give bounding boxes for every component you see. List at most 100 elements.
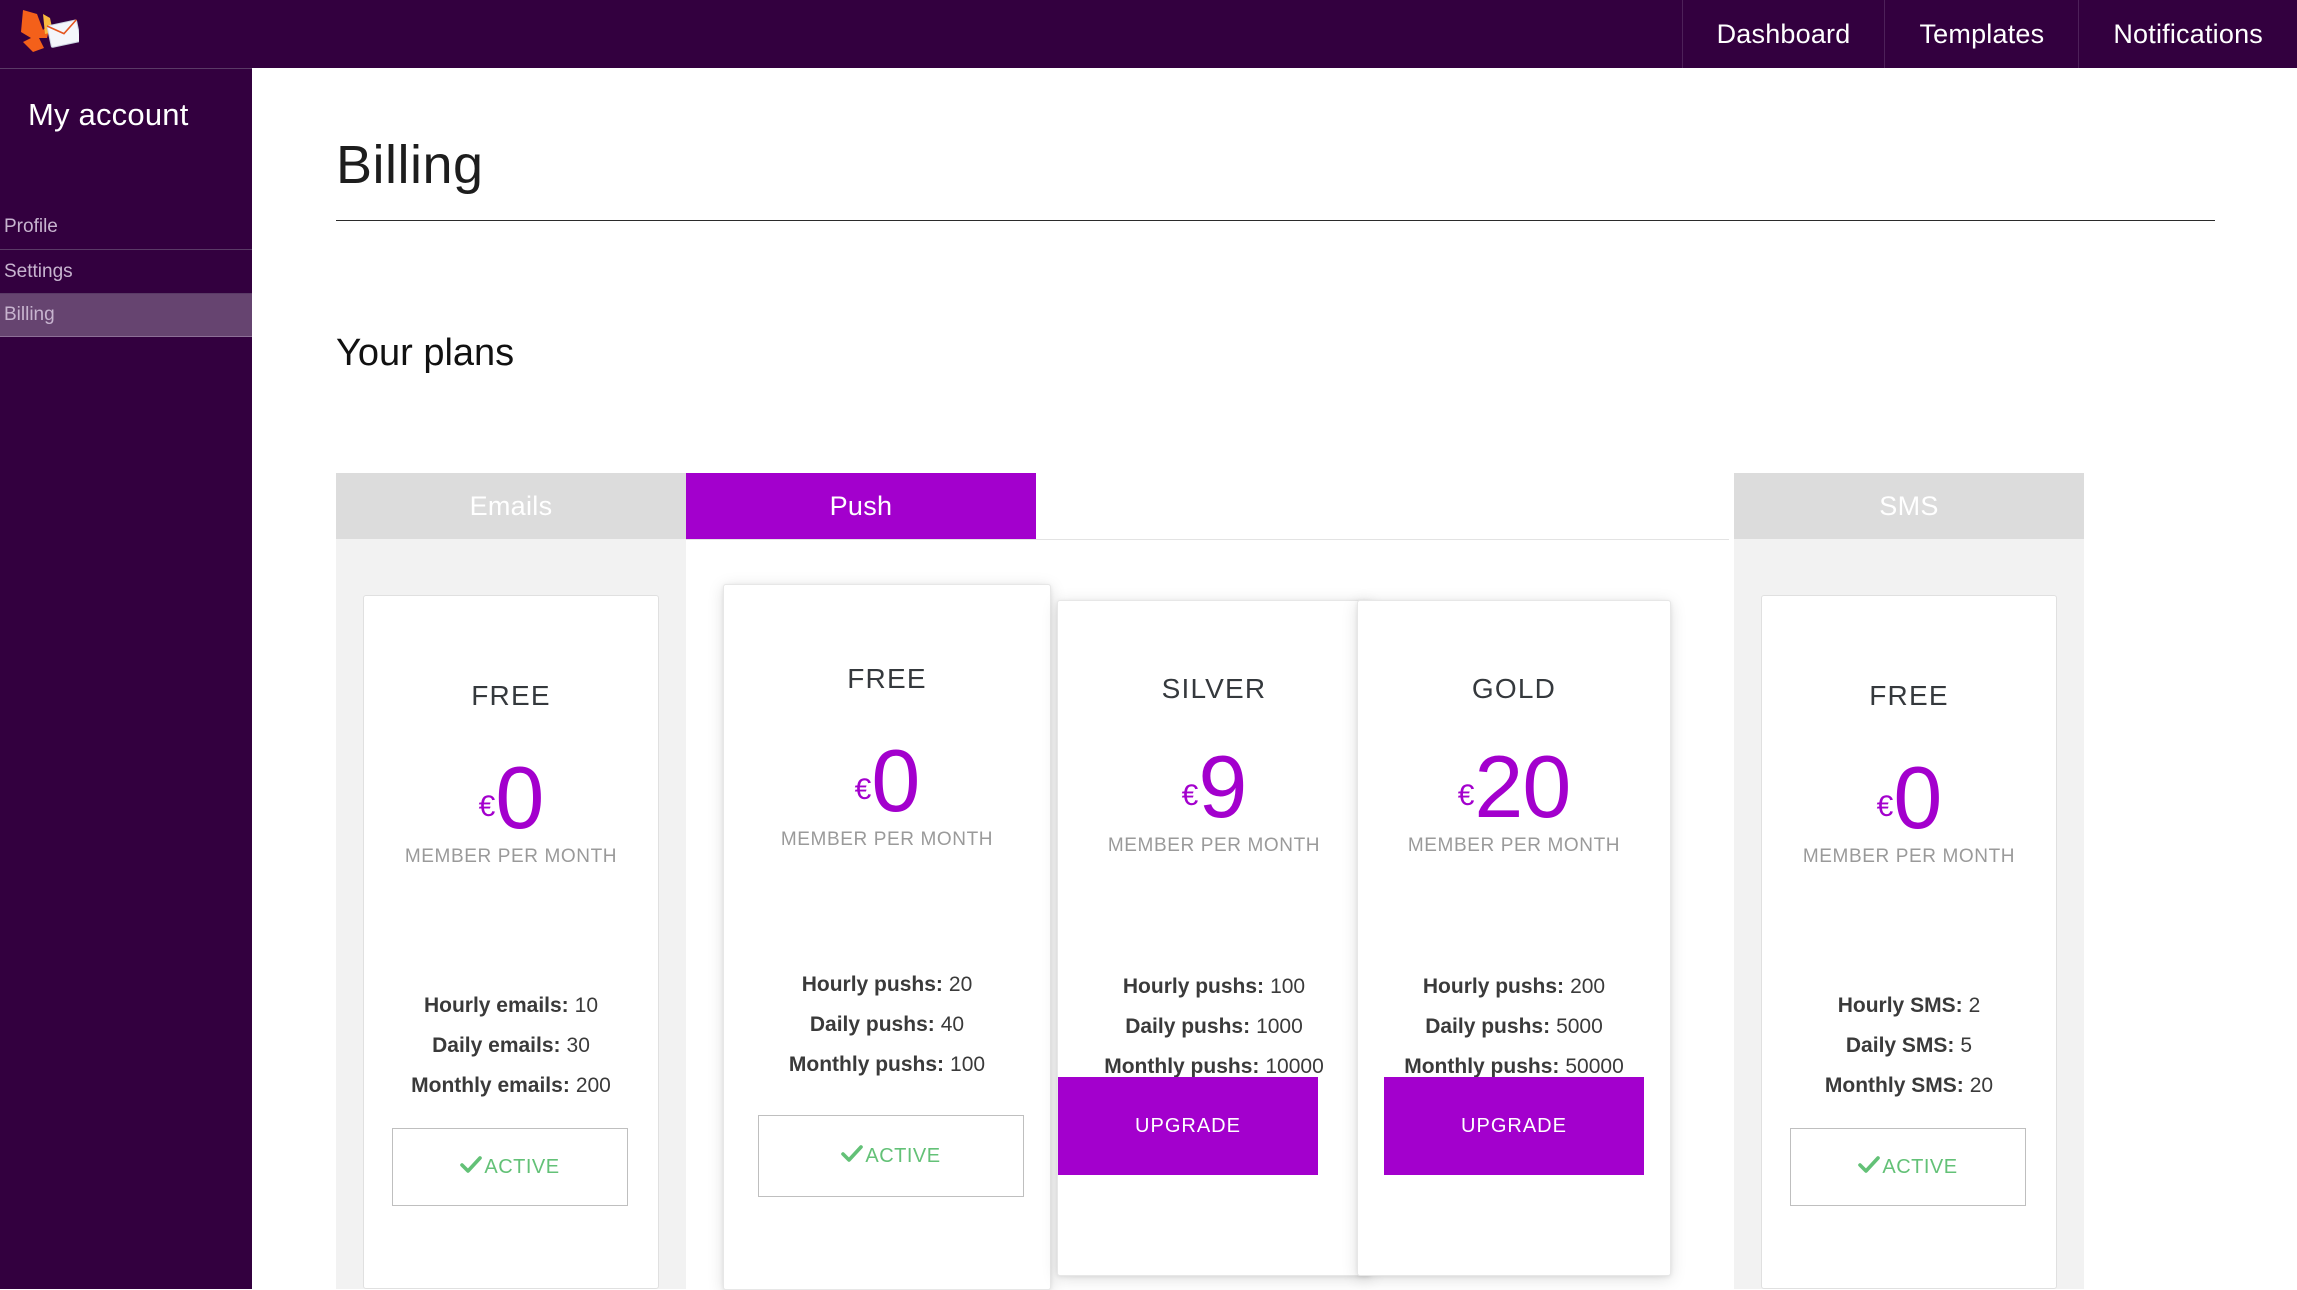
feature-row: Hourly pushs: 200 bbox=[1358, 975, 1670, 999]
feature-row: Daily SMS: 5 bbox=[1762, 1034, 2056, 1058]
feature-row: Hourly pushs: 100 bbox=[1058, 975, 1370, 999]
plan-name: FREE bbox=[847, 663, 927, 694]
feature-row: Hourly emails: 10 bbox=[364, 994, 658, 1018]
plan-price: €20 bbox=[1358, 743, 1670, 831]
title-divider bbox=[336, 220, 2215, 221]
plan-name: SILVER bbox=[1161, 673, 1267, 704]
plan-features: Hourly pushs: 200 Daily pushs: 5000 Monthl… bbox=[1358, 975, 1670, 1079]
plan-period: MEMBER PER MONTH bbox=[1802, 846, 2016, 867]
price-amount: 0 bbox=[1893, 748, 1942, 847]
feature-label: Monthly pushs: bbox=[1404, 1055, 1560, 1078]
feature-label: Hourly pushs: bbox=[801, 973, 943, 996]
plan-active-button-push-free[interactable]: ACTIVE bbox=[758, 1115, 1024, 1197]
price-amount: 9 bbox=[1198, 737, 1247, 836]
push-plans-body: FREE €0 MEMBER PER MONTH Hourly pushs: 20… bbox=[686, 539, 1729, 1290]
price-amount: 20 bbox=[1474, 737, 1571, 836]
plan-active-button-emails-free[interactable]: ACTIVE bbox=[392, 1128, 628, 1206]
plan-period: MEMBER PER MONTH bbox=[1407, 835, 1621, 856]
currency-symbol: € bbox=[1181, 778, 1199, 812]
currency-symbol: € bbox=[478, 789, 496, 823]
sidebar-item-settings[interactable]: Settings bbox=[0, 249, 252, 293]
sidebar-item-profile[interactable]: Profile bbox=[0, 205, 252, 249]
sidebar-menu: Profile Settings Billing bbox=[0, 205, 252, 337]
feature-label: Hourly pushs: bbox=[1122, 975, 1265, 998]
currency-symbol: € bbox=[1457, 778, 1475, 812]
plan-card-emails-free: FREE €0 MEMBER PER MONTH Hourly emails: 1… bbox=[363, 595, 659, 1289]
plan-active-button-sms-free[interactable]: ACTIVE bbox=[1790, 1128, 2026, 1206]
feature-label: Hourly SMS: bbox=[1837, 994, 1963, 1017]
channel-panel-push: Push FREE €0 MEMBER PER MONTH Hourly pus… bbox=[686, 473, 1729, 1290]
feature-value: 100 bbox=[950, 1053, 986, 1076]
sidebar-item-label: Settings bbox=[4, 260, 73, 282]
feature-value: 100 bbox=[1270, 975, 1306, 998]
plan-name: FREE bbox=[1869, 680, 1949, 711]
tab-emails[interactable]: Emails bbox=[336, 473, 686, 539]
plan-period: MEMBER PER MONTH bbox=[1107, 835, 1321, 856]
plan-upgrade-button-push-gold[interactable]: UPGRADE bbox=[1384, 1077, 1644, 1175]
plan-features: Hourly SMS: 2 Daily SMS: 5 Monthly SMS: 20 bbox=[1762, 994, 2056, 1098]
sidebar-item-billing[interactable]: Billing bbox=[0, 293, 252, 337]
feature-label: Daily SMS: bbox=[1845, 1034, 1955, 1057]
plan-upgrade-button-push-silver[interactable]: UPGRADE bbox=[1058, 1077, 1318, 1175]
cta-label: ACTIVE bbox=[484, 1155, 560, 1178]
feature-value: 5000 bbox=[1556, 1015, 1603, 1038]
feature-row: Daily pushs: 5000 bbox=[1358, 1015, 1670, 1039]
plan-card-push-free: FREE €0 MEMBER PER MONTH Hourly pushs: 20… bbox=[723, 584, 1051, 1290]
channel-panel-emails: Emails FREE €0 MEMBER PER MONTH Hourly e… bbox=[336, 473, 686, 1289]
feature-row: Hourly pushs: 20 bbox=[724, 973, 1050, 997]
plan-card-push-silver: SILVER €9 MEMBER PER MONTH Hourly pushs:… bbox=[1057, 600, 1371, 1276]
check-icon bbox=[460, 1156, 483, 1178]
plan-features: Hourly pushs: 20 Daily pushs: 40 Monthly p… bbox=[724, 973, 1050, 1077]
plan-price: €0 bbox=[1762, 754, 2056, 842]
plan-card-push-gold: GOLD €20 MEMBER PER MONTH Hourly pushs: 2… bbox=[1357, 600, 1671, 1276]
plan-price: €0 bbox=[724, 737, 1050, 825]
feature-row: Daily emails: 30 bbox=[364, 1034, 658, 1058]
plan-period: MEMBER PER MONTH bbox=[404, 846, 618, 867]
nav-item-notifications[interactable]: Notifications bbox=[2078, 0, 2297, 68]
feature-label: Monthly pushs: bbox=[788, 1053, 945, 1076]
currency-symbol: € bbox=[854, 772, 872, 806]
plan-features: Hourly pushs: 100 Daily pushs: 1000 Monthl… bbox=[1058, 975, 1370, 1079]
phoenix-envelope-logo-icon bbox=[21, 10, 79, 52]
feature-value: 2 bbox=[1968, 994, 1981, 1017]
app-logo[interactable] bbox=[8, 0, 88, 68]
feature-value: 200 bbox=[1570, 975, 1606, 998]
plans-container: Emails FREE €0 MEMBER PER MONTH Hourly e… bbox=[336, 473, 2297, 1290]
feature-label: Daily emails: bbox=[432, 1034, 561, 1057]
plan-card-sms-free: FREE €0 MEMBER PER MONTH Hourly SMS: 2 Da… bbox=[1761, 595, 2057, 1289]
feature-row: Monthly SMS: 20 bbox=[1762, 1074, 2056, 1098]
tab-push[interactable]: Push bbox=[686, 473, 1036, 539]
nav-item-templates[interactable]: Templates bbox=[1884, 0, 2078, 68]
feature-row: Daily pushs: 40 bbox=[724, 1013, 1050, 1037]
plan-name: GOLD bbox=[1471, 673, 1557, 704]
feature-value: 20 bbox=[948, 973, 973, 996]
sidebar: My account Profile Settings Billing bbox=[0, 68, 252, 1289]
feature-row: Hourly SMS: 2 bbox=[1762, 994, 2056, 1018]
top-navigation-bar: Dashboard Templates Notifications bbox=[0, 0, 2297, 68]
page-title: Billing bbox=[336, 135, 484, 195]
feature-label: Daily pushs: bbox=[809, 1013, 935, 1036]
feature-value: 50000 bbox=[1565, 1055, 1624, 1078]
feature-label: Daily pushs: bbox=[1125, 1015, 1251, 1038]
sidebar-item-label: Billing bbox=[4, 304, 55, 325]
plan-price: €0 bbox=[364, 754, 658, 842]
feature-value: 30 bbox=[566, 1034, 590, 1057]
cta-label: UPGRADE bbox=[1135, 1114, 1241, 1137]
tab-sms[interactable]: SMS bbox=[1734, 473, 2084, 539]
feature-row: Monthly emails: 200 bbox=[364, 1074, 658, 1098]
main-content: Billing Your plans Emails FREE €0 MEMBER… bbox=[252, 68, 2297, 1290]
feature-row: Monthly pushs: 100 bbox=[724, 1053, 1050, 1077]
feature-value: 40 bbox=[940, 1013, 965, 1036]
feature-row: Monthly pushs: 50000 bbox=[1358, 1055, 1670, 1079]
feature-label: Daily pushs: bbox=[1425, 1015, 1551, 1038]
plan-features: Hourly emails: 10 Daily emails: 30 Monthly… bbox=[364, 994, 658, 1098]
feature-row: Daily pushs: 1000 bbox=[1058, 1015, 1370, 1039]
feature-value: 5 bbox=[1960, 1034, 1973, 1057]
feature-value: 200 bbox=[575, 1074, 611, 1097]
currency-symbol: € bbox=[1876, 789, 1894, 823]
section-title: Your plans bbox=[336, 332, 515, 374]
feature-value: 10 bbox=[574, 994, 599, 1017]
nav-item-dashboard[interactable]: Dashboard bbox=[1681, 0, 1885, 68]
feature-label: Hourly emails: bbox=[423, 994, 569, 1017]
feature-label: Monthly SMS: bbox=[1824, 1074, 1964, 1097]
